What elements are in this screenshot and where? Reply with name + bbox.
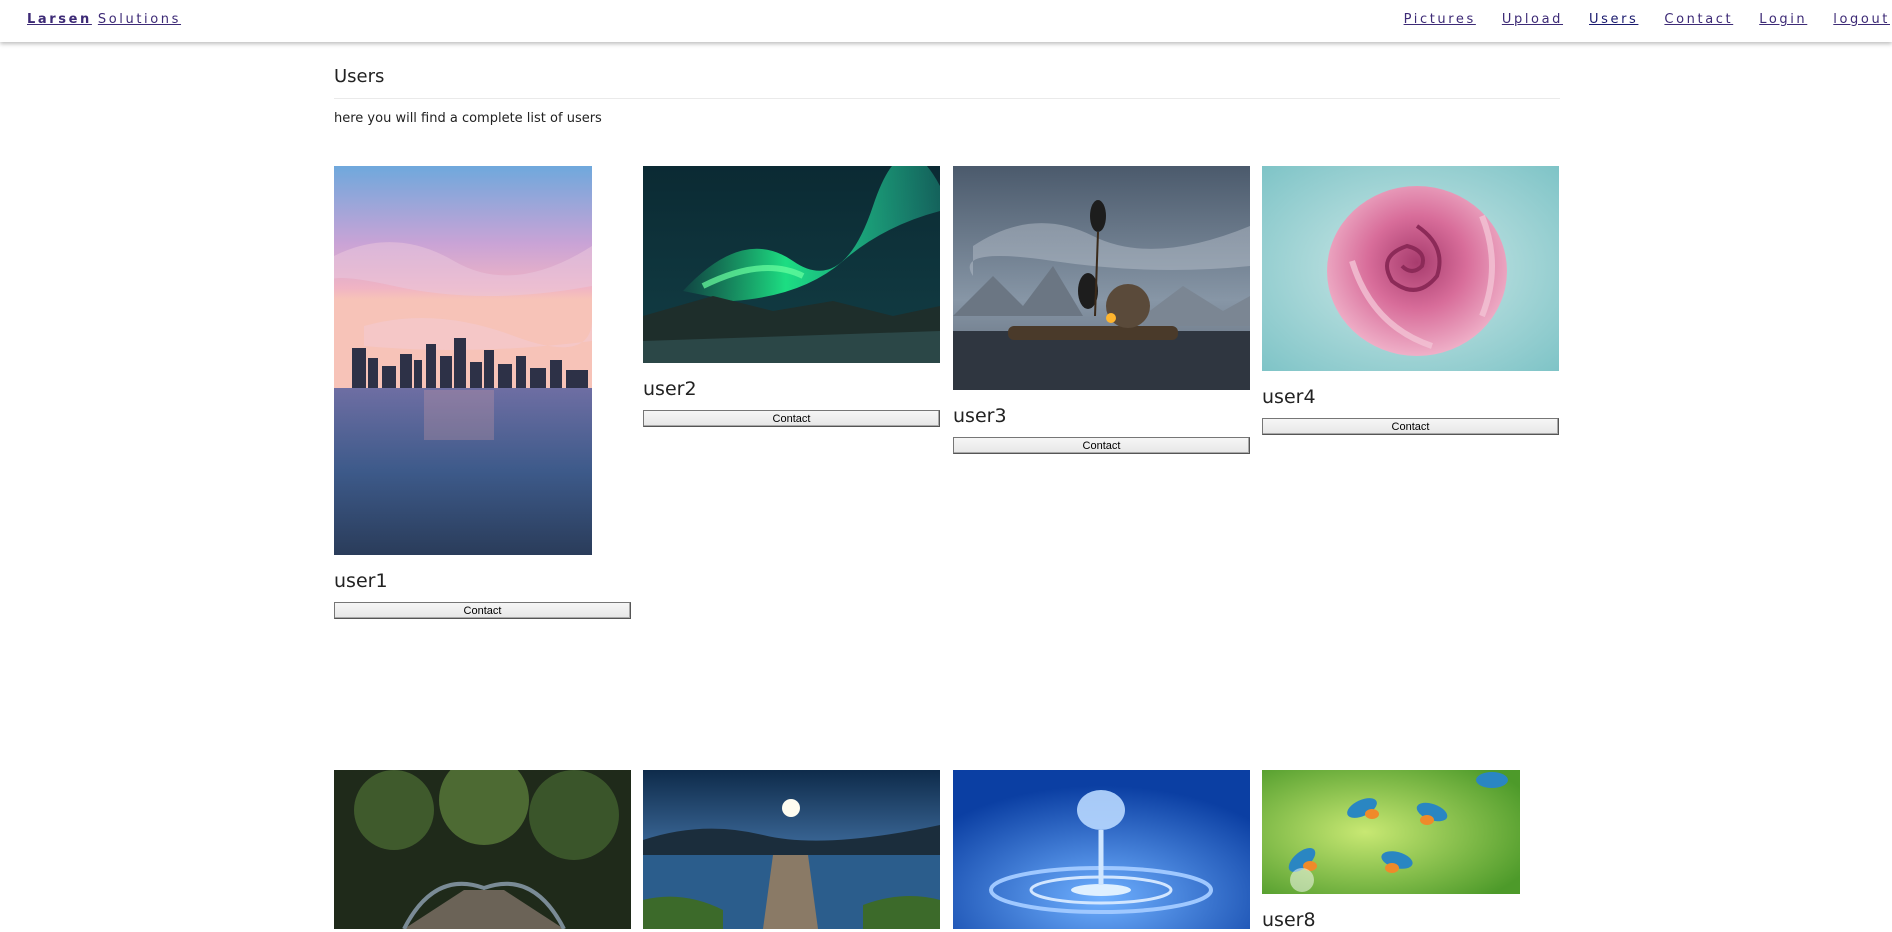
top-navbar: Larsen Solutions Pictures Upload Users Co…: [0, 0, 1892, 42]
user7-photo[interactable]: [953, 770, 1250, 929]
brand-bold: Larsen: [27, 12, 92, 27]
user-card: [334, 770, 631, 929]
user1-contact-button[interactable]: Contact: [334, 602, 631, 619]
user3-name: user3: [953, 405, 1007, 427]
user-card: [643, 770, 940, 929]
user-grid: user1 Contact user2 Contact user3 Contac…: [334, 0, 1560, 931]
nav-logout[interactable]: logout: [1833, 12, 1890, 27]
nav-login[interactable]: Login: [1759, 12, 1807, 27]
brand-rest: Solutions: [97, 12, 182, 27]
user5-photo[interactable]: [334, 770, 631, 929]
user-card: user4 Contact: [1262, 166, 1559, 435]
user2-name: user2: [643, 378, 697, 400]
brand-logo-link[interactable]: Larsen Solutions: [27, 12, 181, 27]
nav-pictures[interactable]: Pictures: [1404, 12, 1476, 27]
user-card: user1 Contact: [334, 166, 631, 619]
user4-photo[interactable]: [1262, 166, 1559, 371]
user8-photo[interactable]: [1262, 770, 1520, 894]
user-card: user2 Contact: [643, 166, 940, 427]
user3-photo[interactable]: [953, 166, 1250, 390]
user2-photo[interactable]: [643, 166, 940, 363]
user2-contact-button[interactable]: Contact: [643, 410, 940, 427]
nav-users[interactable]: Users: [1589, 12, 1638, 27]
user-card: [953, 770, 1250, 929]
user-card: user3 Contact: [953, 166, 1250, 454]
nav-contact[interactable]: Contact: [1664, 12, 1733, 27]
user1-name: user1: [334, 570, 388, 592]
user6-photo[interactable]: [643, 770, 940, 929]
user1-photo[interactable]: [334, 166, 592, 555]
nav-upload[interactable]: Upload: [1502, 12, 1563, 27]
user4-contact-button[interactable]: Contact: [1262, 418, 1559, 435]
nav-links: Pictures Upload Users Contact Login logo…: [1378, 12, 1890, 27]
user8-name: user8: [1262, 909, 1316, 931]
user-card: user8: [1262, 770, 1520, 932]
user3-contact-button[interactable]: Contact: [953, 437, 1250, 454]
user4-name: user4: [1262, 386, 1316, 408]
